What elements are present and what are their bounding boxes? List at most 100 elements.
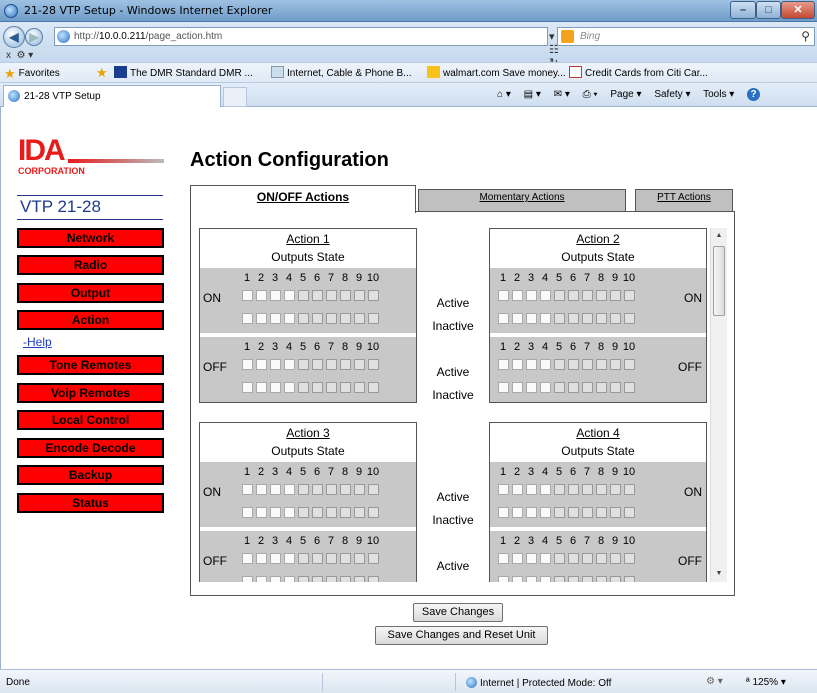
output-checkbox[interactable]: [354, 382, 365, 393]
output-checkbox[interactable]: [284, 382, 295, 393]
output-checkbox[interactable]: [312, 576, 323, 582]
output-checkbox[interactable]: [498, 382, 509, 393]
output-checkbox[interactable]: [624, 553, 635, 564]
output-checkbox[interactable]: [568, 359, 579, 370]
output-checkbox[interactable]: [270, 507, 281, 518]
save-reset-button[interactable]: Save Changes and Reset Unit: [375, 626, 548, 645]
output-checkbox[interactable]: [368, 359, 379, 370]
output-checkbox[interactable]: [270, 313, 281, 324]
output-checkbox[interactable]: [540, 382, 551, 393]
dropdown-arrow-icon[interactable]: ▾: [549, 31, 555, 43]
back-arrow-icon[interactable]: ◀: [3, 26, 25, 48]
output-checkbox[interactable]: [526, 576, 537, 582]
tab-momentary-actions[interactable]: Momentary Actions: [418, 189, 626, 211]
output-checkbox[interactable]: [568, 382, 579, 393]
output-checkbox[interactable]: [512, 290, 523, 301]
scroll-up-arrow-icon[interactable]: ▲: [711, 228, 727, 244]
output-checkbox[interactable]: [242, 359, 253, 370]
output-checkbox[interactable]: [526, 507, 537, 518]
output-checkbox[interactable]: [596, 382, 607, 393]
output-checkbox[interactable]: [284, 313, 295, 324]
output-checkbox[interactable]: [326, 576, 337, 582]
output-checkbox[interactable]: [312, 553, 323, 564]
add-favorite-icon[interactable]: ★: [96, 65, 108, 81]
output-checkbox[interactable]: [596, 484, 607, 495]
output-checkbox[interactable]: [582, 382, 593, 393]
output-checkbox[interactable]: [526, 359, 537, 370]
output-checkbox[interactable]: [610, 576, 621, 582]
output-checkbox[interactable]: [340, 507, 351, 518]
address-bar[interactable]: http://10.0.0.211/page_action.htm ▾ ☷ ↻ …: [54, 27, 559, 82]
output-checkbox[interactable]: [498, 290, 509, 301]
output-checkbox[interactable]: [340, 313, 351, 324]
output-checkbox[interactable]: [568, 507, 579, 518]
output-checkbox[interactable]: [354, 553, 365, 564]
nav-radio-button[interactable]: Radio: [17, 255, 164, 275]
output-checkbox[interactable]: [512, 382, 523, 393]
output-checkbox[interactable]: [568, 484, 579, 495]
tab-onoff-actions[interactable]: ON/OFF Actions: [190, 185, 416, 213]
output-checkbox[interactable]: [312, 313, 323, 324]
output-checkbox[interactable]: [582, 359, 593, 370]
output-checkbox[interactable]: [540, 313, 551, 324]
nav-encode-decode-button[interactable]: Encode Decode: [17, 438, 164, 458]
output-checkbox[interactable]: [326, 290, 337, 301]
output-checkbox[interactable]: [298, 507, 309, 518]
output-checkbox[interactable]: [256, 359, 267, 370]
output-checkbox[interactable]: [512, 484, 523, 495]
safety-menu[interactable]: Safety ▾: [654, 89, 690, 100]
favorite-link-walmart[interactable]: walmart.com Save money...: [427, 66, 566, 79]
output-checkbox[interactable]: [242, 382, 253, 393]
output-checkbox[interactable]: [298, 290, 309, 301]
output-checkbox[interactable]: [554, 576, 565, 582]
output-checkbox[interactable]: [340, 382, 351, 393]
output-checkbox[interactable]: [312, 382, 323, 393]
output-checkbox[interactable]: [284, 553, 295, 564]
output-checkbox[interactable]: [284, 484, 295, 495]
output-checkbox[interactable]: [368, 576, 379, 582]
output-checkbox[interactable]: [354, 359, 365, 370]
output-checkbox[interactable]: [242, 313, 253, 324]
protected-mode-icon[interactable]: ⚙ ▾: [706, 676, 723, 687]
favorites-button[interactable]: ★ Favorites: [4, 66, 60, 81]
output-checkbox[interactable]: [284, 290, 295, 301]
output-checkbox[interactable]: [326, 313, 337, 324]
output-checkbox[interactable]: [540, 576, 551, 582]
zoom-level[interactable]: ª 125% ▾: [746, 677, 786, 688]
tab-ptt-actions[interactable]: PTT Actions: [635, 189, 733, 211]
new-tab-button[interactable]: [223, 87, 247, 107]
output-checkbox[interactable]: [256, 484, 267, 495]
favorite-link-internet[interactable]: Internet, Cable & Phone B...: [271, 66, 412, 79]
output-checkbox[interactable]: [326, 553, 337, 564]
browser-tab[interactable]: 21-28 VTP Setup: [3, 85, 221, 107]
output-checkbox[interactable]: [526, 553, 537, 564]
output-checkbox[interactable]: [554, 382, 565, 393]
output-checkbox[interactable]: [610, 313, 621, 324]
output-checkbox[interactable]: [596, 553, 607, 564]
print-icon[interactable]: ⎙ ▾: [583, 89, 598, 100]
home-icon[interactable]: ⌂ ▾: [497, 89, 511, 100]
output-checkbox[interactable]: [298, 313, 309, 324]
menu-extras[interactable]: x ⚙ ▾: [6, 50, 33, 61]
nav-voip-remotes-button[interactable]: Voip Remotes: [17, 383, 164, 403]
output-checkbox[interactable]: [298, 553, 309, 564]
output-checkbox[interactable]: [526, 313, 537, 324]
output-checkbox[interactable]: [498, 507, 509, 518]
help-icon[interactable]: ?: [747, 88, 761, 101]
output-checkbox[interactable]: [256, 313, 267, 324]
output-checkbox[interactable]: [568, 576, 579, 582]
output-checkbox[interactable]: [242, 290, 253, 301]
output-checkbox[interactable]: [554, 553, 565, 564]
output-checkbox[interactable]: [298, 382, 309, 393]
output-checkbox[interactable]: [242, 553, 253, 564]
output-checkbox[interactable]: [256, 553, 267, 564]
output-checkbox[interactable]: [512, 553, 523, 564]
search-icon[interactable]: ⚲: [801, 29, 810, 43]
output-checkbox[interactable]: [354, 576, 365, 582]
help-link[interactable]: -Help: [23, 335, 52, 349]
scroll-thumb[interactable]: [713, 246, 725, 316]
output-checkbox[interactable]: [368, 484, 379, 495]
output-checkbox[interactable]: [624, 484, 635, 495]
output-checkbox[interactable]: [242, 576, 253, 582]
nav-network-button[interactable]: Network: [17, 228, 164, 248]
